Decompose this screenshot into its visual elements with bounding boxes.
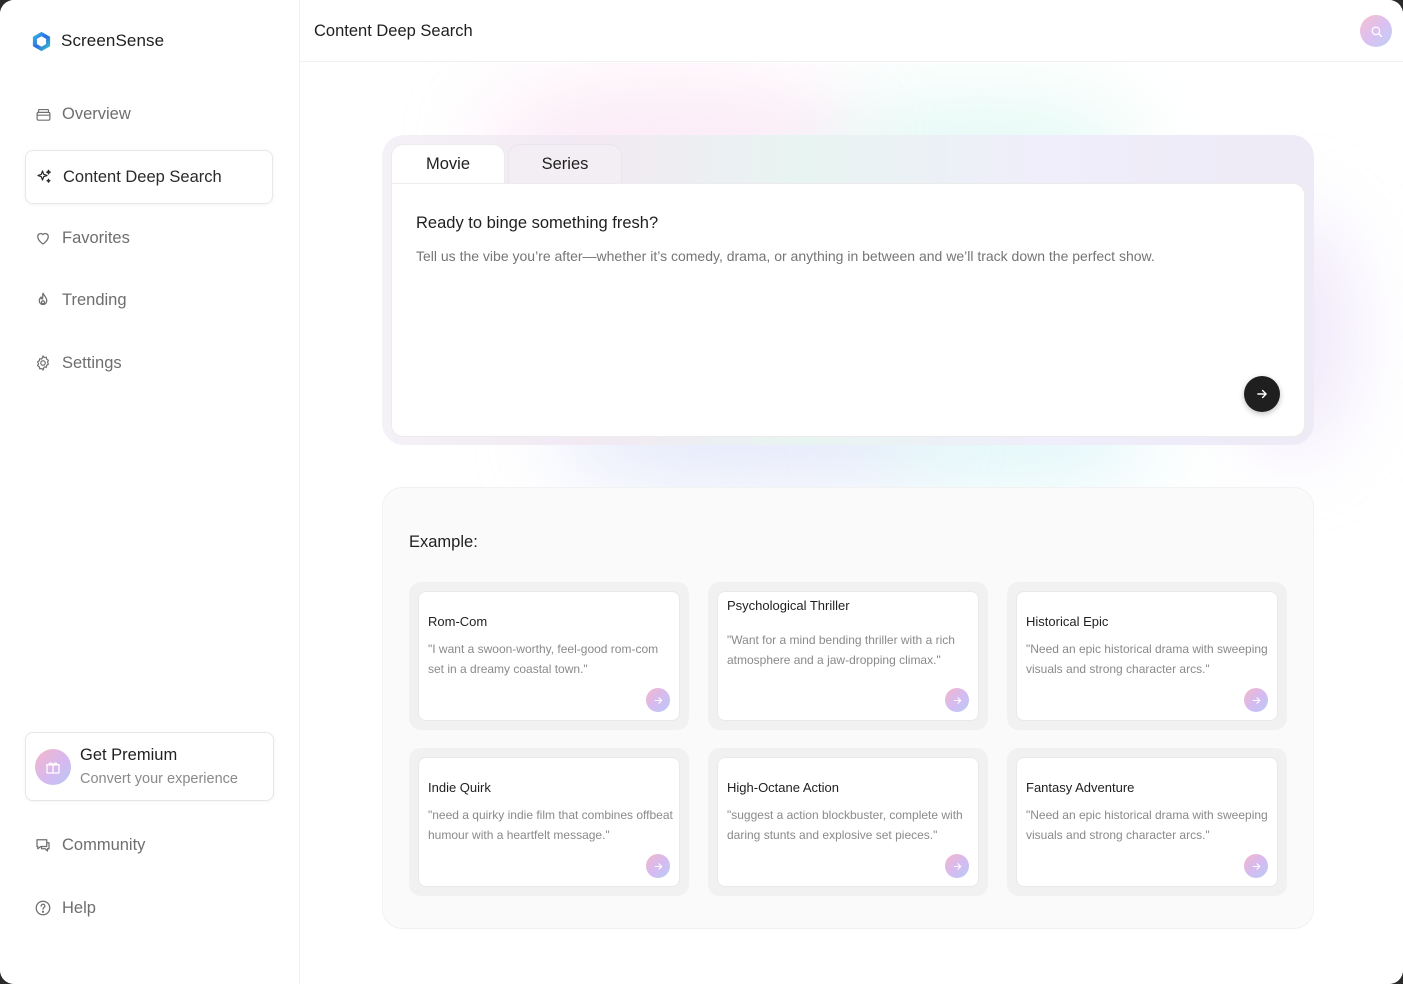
arrow-right-icon: [1257, 389, 1267, 399]
example-card: Rom-Com "I want a swoon-worthy, feel-goo…: [409, 582, 689, 730]
arrow-right-icon[interactable]: [1244, 854, 1268, 878]
chat-icon: [34, 836, 52, 854]
flame-icon: [34, 291, 52, 309]
help-circle-icon: [34, 899, 52, 917]
example-title: Indie Quirk: [428, 780, 491, 795]
arrow-right-icon[interactable]: [945, 688, 969, 712]
avatar[interactable]: [1360, 15, 1392, 47]
arrow-right-icon[interactable]: [646, 854, 670, 878]
search-icon: [1371, 26, 1382, 37]
sidebar-item-help[interactable]: Help: [25, 881, 273, 935]
brand[interactable]: ScreenSense: [30, 28, 164, 54]
get-premium-card[interactable]: Get Premium Convert your experience: [25, 732, 274, 801]
arrow-right-icon[interactable]: [945, 854, 969, 878]
main-content: Movie Series Ready to binge something fr…: [300, 63, 1403, 984]
example-title: Rom-Com: [428, 614, 488, 629]
brand-name: ScreenSense: [61, 31, 165, 50]
sidebar-item-label: Content Deep Search: [63, 167, 222, 186]
example-card: Fantasy Adventure "Need an epic historic…: [1007, 748, 1287, 896]
example-card: Historical Epic "Need an epic historical…: [1007, 582, 1287, 730]
search-panel: Movie Series Ready to binge something fr…: [382, 135, 1314, 445]
search-input[interactable]: [416, 248, 1276, 264]
sidebar-item-label: Favorites: [62, 228, 130, 247]
sidebar-item-settings[interactable]: Settings: [25, 336, 273, 390]
example-description: "need a quirky indie film that combines …: [428, 808, 673, 842]
sidebar-item-label: Overview: [62, 104, 131, 123]
example-description: "suggest a action blockbuster, complete …: [727, 808, 963, 842]
sidebar-item-label: Community: [62, 835, 146, 854]
example-card-psychological-thriller[interactable]: Psychological Thriller "Want for a mind …: [717, 591, 979, 721]
sidebar-item-community[interactable]: Community: [25, 818, 273, 872]
example-card-historical-epic[interactable]: Historical Epic "Need an epic historical…: [1016, 591, 1278, 721]
arrow-right-icon[interactable]: [646, 688, 670, 712]
example-card: Indie Quirk "need a quirky indie film th…: [409, 748, 689, 896]
sidebar-item-content-deep-search[interactable]: Content Deep Search: [25, 150, 273, 204]
example-description: "Want for a mind bending thriller with a…: [727, 633, 955, 667]
tab-movie[interactable]: Movie: [391, 144, 505, 184]
tab-series[interactable]: Series: [508, 144, 622, 184]
archive-icon: [34, 105, 52, 123]
example-title: Psychological Thriller: [727, 598, 850, 613]
premium-title: Get Premium: [80, 746, 178, 764]
example-card-high-octane-action[interactable]: High-Octane Action "suggest a action blo…: [717, 757, 979, 887]
send-button[interactable]: [1244, 376, 1280, 412]
arrow-right-icon[interactable]: [1244, 688, 1268, 712]
sparkles-icon: [35, 168, 53, 186]
sidebar-item-overview[interactable]: Overview: [25, 87, 273, 141]
sidebar-item-trending[interactable]: Trending: [25, 273, 273, 327]
gear-icon: [34, 354, 52, 372]
examples-panel: Example: Rom-Com "I want a swoon-worthy,…: [382, 487, 1314, 929]
example-title: Fantasy Adventure: [1026, 780, 1135, 795]
search-heading: Ready to binge something fresh?: [416, 214, 659, 232]
example-description: "I want a swoon-worthy, feel-good rom-co…: [428, 642, 659, 676]
example-card: High-Octane Action "suggest a action blo…: [708, 748, 988, 896]
example-card: Psychological Thriller "Want for a mind …: [708, 582, 988, 730]
sidebar-item-label: Help: [62, 898, 96, 917]
app-window: ScreenSense Overview Content Deep Search…: [0, 0, 1403, 984]
page-title: Content Deep Search: [314, 22, 473, 40]
gift-icon: [35, 748, 71, 785]
sidebar-item-label: Trending: [62, 290, 127, 309]
logo-icon: [32, 31, 51, 51]
premium-subtitle: Convert your experience: [80, 771, 238, 787]
example-description: "Need an epic historical drama with swee…: [1026, 808, 1268, 842]
sidebar-item-favorites[interactable]: Favorites: [25, 211, 273, 265]
example-description: "Need an epic historical drama with swee…: [1026, 642, 1268, 676]
example-card-fantasy-adventure[interactable]: Fantasy Adventure "Need an epic historic…: [1016, 757, 1278, 887]
example-card-indie-quirk[interactable]: Indie Quirk "need a quirky indie film th…: [418, 757, 680, 887]
header: Content Deep Search: [300, 0, 1403, 62]
search-card: Ready to binge something fresh?: [391, 183, 1305, 437]
examples-title: Example:: [409, 533, 478, 551]
sidebar-item-label: Settings: [62, 353, 122, 372]
example-title: Historical Epic: [1026, 614, 1109, 629]
example-card-rom-com[interactable]: Rom-Com "I want a swoon-worthy, feel-goo…: [418, 591, 680, 721]
example-title: High-Octane Action: [727, 780, 840, 795]
sidebar: ScreenSense Overview Content Deep Search…: [0, 0, 300, 984]
heart-icon: [34, 229, 52, 247]
